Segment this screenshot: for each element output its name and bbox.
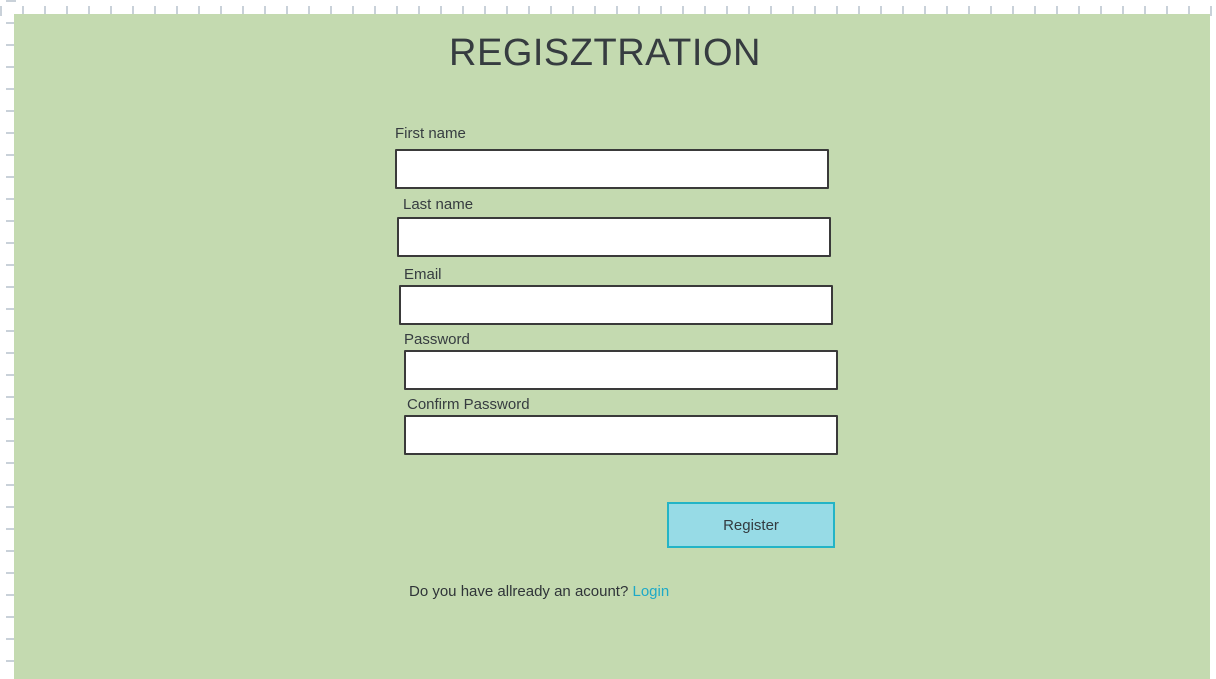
password-label: Password [404,331,470,348]
registration-canvas [14,14,1210,679]
register-button[interactable]: Register [667,502,835,548]
last-name-field[interactable] [397,217,831,257]
first-name-field[interactable] [395,149,829,189]
password-field[interactable] [404,350,838,390]
page-title: REGISZTRATION [449,32,761,74]
first-name-label: First name [395,125,466,142]
email-label: Email [404,266,442,283]
last-name-label: Last name [403,196,474,213]
email-field[interactable] [399,285,833,325]
login-prompt: Do you have allready an acount? Login [409,583,669,601]
confirm-password-label: Confirm Password [407,396,530,413]
login-link[interactable]: Login [633,583,670,600]
confirm-password-field[interactable] [404,415,838,455]
login-prompt-text: Do you have allready an acount? [409,583,629,600]
